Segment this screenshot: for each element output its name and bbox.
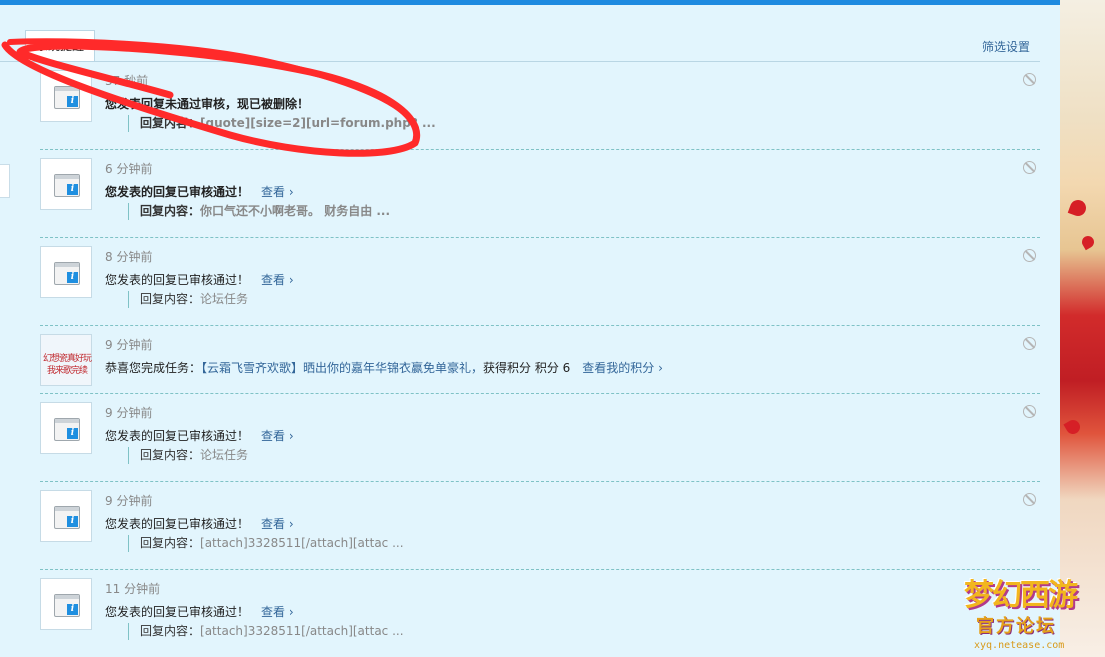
quote-content: 论坛任务 (200, 448, 249, 462)
notice-message-text: 您发表的回复已审核通过！ (105, 605, 250, 619)
view-link[interactable]: 查看 › (261, 429, 294, 443)
reward-text: 获得积分 积分 6 (483, 361, 571, 375)
logo-subtitle: 官方论坛 (976, 616, 1056, 637)
ignore-icon[interactable] (1023, 249, 1036, 262)
notice-message: 您发表回复未通过审核，现已被删除！ (105, 97, 310, 111)
reply-quote: 回复内容：[quote][size=2][url=forum.php? ... (128, 115, 436, 132)
notice-time: 8 分钟前 (105, 250, 153, 264)
reply-quote: 回复内容：论坛任务 (128, 291, 248, 308)
notice-item: i 37 秒前 您发表回复未通过审核，现已被删除！ 回复内容：[quote][s… (40, 62, 1040, 150)
ignore-icon[interactable] (1023, 161, 1036, 174)
ignore-icon[interactable] (1023, 493, 1036, 506)
logo-url: xyq.netease.com (974, 640, 1065, 651)
quote-content: 论坛任务 (200, 292, 249, 306)
ignore-icon[interactable] (1023, 405, 1036, 418)
top-accent-bar (0, 0, 1060, 5)
notice-time: 6 分钟前 (105, 162, 153, 176)
ignore-icon[interactable] (1023, 73, 1036, 86)
quote-label: 回复内容： (140, 292, 201, 306)
notice-message: 恭喜您完成任务：【云霜飞雪齐欢歌】晒出你的嘉年华锦衣赢免单豪礼，获得积分 积分 … (105, 359, 663, 376)
forum-logo-watermark: 梦幻西游 官方论坛 xyq.netease.com (960, 570, 1080, 656)
notice-message-text: 您发表的回复已审核通过！ (105, 429, 250, 443)
quote-label: 回复内容： (140, 116, 201, 130)
info-window-icon: i (54, 262, 80, 285)
notice-time: 11 分钟前 (105, 582, 161, 596)
notice-message: 您发表的回复已审核通过！ 查看 › (105, 603, 294, 620)
system-avatar: i (40, 246, 92, 298)
notice-message: 您发表的回复已审核通过！ 查看 › (105, 271, 294, 288)
notice-time: 9 分钟前 (105, 494, 153, 508)
view-link[interactable]: 查看 › (261, 605, 294, 619)
notice-item: i 6 分钟前 您发表的回复已审核通过！ 查看 › 回复内容：你口气还不小啊老哥。… (40, 150, 1040, 238)
reply-quote: 回复内容：你口气还不小啊老哥。 财务自由 ... (128, 203, 390, 220)
quote-label: 回复内容： (140, 536, 201, 550)
info-window-icon: i (54, 594, 80, 617)
system-avatar: i (40, 578, 92, 630)
system-avatar: i (40, 158, 92, 210)
view-points-link[interactable]: 查看我的积分 › (582, 361, 663, 375)
reply-quote: 回复内容：[attach]3328511[/attach][attac ... (128, 623, 404, 640)
logo-title: 梦幻西游 (964, 578, 1078, 613)
notice-message: 您发表的回复已审核通过！ 查看 › (105, 183, 294, 200)
reply-quote: 回复内容：论坛任务 (128, 447, 248, 464)
quote-content: [attach]3328511[/attach][attac ... (200, 536, 404, 550)
notice-item: i 11 分钟前 您发表的回复已审核通过！ 查看 › 回复内容：[attach]3… (40, 570, 1040, 657)
notice-message-text: 您发表的回复已审核通过！ (105, 273, 250, 287)
notice-message-text: 您发表的回复已审核通过！ (105, 517, 250, 531)
tab-system-notice[interactable]: 系统提醒 (25, 30, 95, 62)
quote-label: 回复内容： (140, 624, 201, 638)
decorative-side-artwork (1060, 0, 1105, 657)
side-collapse-tab[interactable] (0, 164, 10, 198)
notice-time: 37 秒前 (105, 74, 149, 88)
notice-message-text: 您发表的回复已审核通过！ (105, 185, 250, 199)
notice-time: 9 分钟前 (105, 406, 153, 420)
view-link[interactable]: 查看 › (261, 517, 294, 531)
notice-item: i 9 分钟前 您发表的回复已审核通过！ 查看 › 回复内容：[attach]33… (40, 482, 1040, 570)
task-link[interactable]: 【云霜飞雪齐欢歌】晒出你的嘉年华锦衣赢免单豪礼， (201, 361, 483, 375)
quote-content: [attach]3328511[/attach][attac ... (200, 624, 404, 638)
notice-item: i 8 分钟前 您发表的回复已审核通过！ 查看 › 回复内容：论坛任务 (40, 238, 1040, 326)
notice-message: 您发表的回复已审核通过！ 查看 › (105, 515, 294, 532)
info-window-icon: i (54, 86, 80, 109)
quote-content: [quote][size=2][url=forum.php? ... (200, 116, 436, 130)
info-window-icon: i (54, 506, 80, 529)
view-link[interactable]: 查看 › (261, 185, 294, 199)
system-avatar: i (40, 402, 92, 454)
notice-message-prefix: 恭喜您完成任务： (105, 361, 202, 375)
quote-label: 回复内容： (140, 204, 201, 218)
quote-label: 回复内容： (140, 448, 201, 462)
notice-time: 9 分钟前 (105, 338, 153, 352)
system-avatar: i (40, 70, 92, 122)
notice-item: i 9 分钟前 您发表的回复已审核通过！ 查看 › 回复内容：论坛任务 (40, 394, 1040, 482)
reply-quote: 回复内容：[attach]3328511[/attach][attac ... (128, 535, 404, 552)
info-window-icon: i (54, 174, 80, 197)
filter-settings-link[interactable]: 筛选设置 (982, 38, 1030, 55)
view-link[interactable]: 查看 › (261, 273, 294, 287)
quote-content: 你口气还不小啊老哥。 财务自由 ... (200, 204, 391, 218)
system-avatar: i (40, 490, 92, 542)
notice-message: 您发表的回复已审核通过！ 查看 › (105, 427, 294, 444)
info-window-icon: i (54, 418, 80, 441)
task-avatar: 幻想瓷真好玩 我来歌完续 (40, 334, 92, 386)
notice-item: 幻想瓷真好玩 我来歌完续 9 分钟前 恭喜您完成任务：【云霜飞雪齐欢歌】晒出你的… (40, 326, 1040, 394)
ignore-icon[interactable] (1023, 337, 1036, 350)
task-avatar-text: 我来歌完续 (47, 366, 88, 376)
